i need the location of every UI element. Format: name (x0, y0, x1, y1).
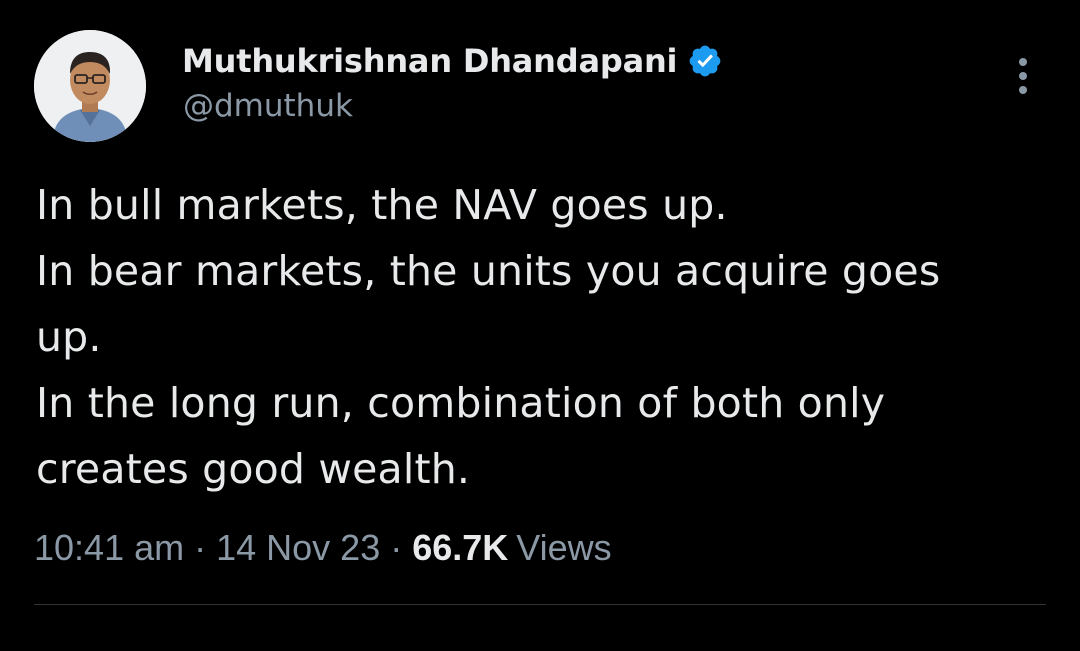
more-vertical-icon (1019, 58, 1027, 94)
meta-separator: · (194, 527, 207, 568)
divider (34, 604, 1046, 605)
tweet-date[interactable]: 14 Nov 23 (216, 527, 380, 569)
avatar[interactable] (34, 30, 146, 142)
tweet-meta: 10:41 am · 14 Nov 23 · 66.7K Views (34, 524, 612, 572)
display-name[interactable]: Muthukrishnan Dhandapani (182, 42, 678, 80)
profile-photo-icon (34, 30, 146, 142)
tweet-line: creates good wealth. (36, 445, 471, 493)
tweet-text: In bull markets, the NAV goes up. In bea… (36, 172, 1056, 502)
timestamp[interactable]: 10:41 am (34, 527, 184, 569)
tweet-line: In bear markets, the units you acquire g… (36, 247, 941, 295)
tweet-line: In the long run, combination of both onl… (36, 379, 886, 427)
tweet-card: Muthukrishnan Dhandapani @dmuthuk In bul… (0, 0, 1080, 651)
author-handle[interactable]: @dmuthuk (183, 88, 353, 124)
more-options-button[interactable] (1008, 54, 1038, 98)
author-name-row[interactable]: Muthukrishnan Dhandapani (182, 38, 723, 84)
meta-separator: · (390, 527, 403, 568)
tweet-line: up. (36, 313, 102, 361)
views-count: 66.7K (412, 527, 509, 568)
views-label: Views (516, 527, 612, 568)
verified-badge-icon (687, 43, 723, 79)
tweet-line: In bull markets, the NAV goes up. (36, 181, 728, 229)
